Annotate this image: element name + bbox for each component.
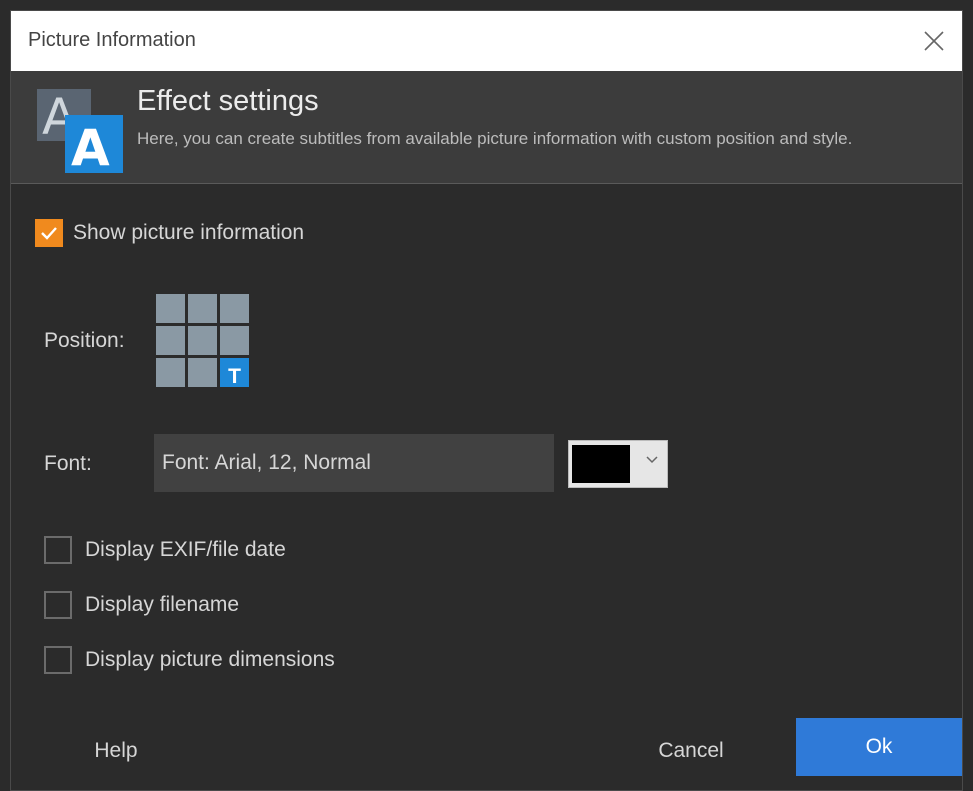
text-effect-icon: A A (37, 88, 123, 175)
close-button[interactable] (906, 11, 962, 71)
position-cell-bottom-center[interactable] (188, 358, 217, 387)
ok-button[interactable]: Ok (796, 718, 962, 776)
font-color-picker[interactable] (568, 440, 668, 488)
font-label: Font: (44, 452, 92, 475)
effect-header: A A Effect settings Here, you can create… (11, 71, 962, 184)
display-dimensions-label: Display picture dimensions (85, 648, 335, 671)
font-selector[interactable]: Font: Arial, 12, Normal (154, 434, 554, 492)
close-icon (924, 31, 944, 51)
logo-letter-front: A (71, 119, 110, 175)
color-swatch (572, 445, 630, 483)
position-grid: T (156, 294, 252, 390)
position-cell-middle-left[interactable] (156, 326, 185, 355)
position-cell-top-left[interactable] (156, 294, 185, 323)
position-cell-middle-center[interactable] (188, 326, 217, 355)
display-dimensions-checkbox[interactable] (44, 646, 72, 674)
checkmark-icon (41, 227, 57, 240)
position-cell-top-center[interactable] (188, 294, 217, 323)
cancel-button[interactable]: Cancel (636, 727, 746, 775)
help-button[interactable]: Help (71, 727, 161, 775)
header-description: Here, you can create subtitles from avai… (137, 129, 853, 148)
position-cell-middle-right[interactable] (220, 326, 249, 355)
show-picture-information-label: Show picture information (73, 221, 305, 244)
dialog-title: Picture Information (28, 29, 196, 51)
settings-panel: Show picture information Position: T Fon… (11, 184, 962, 790)
text-marker: T (228, 365, 241, 388)
position-label: Position: (44, 329, 125, 352)
display-exif-date-checkbox[interactable] (44, 536, 72, 564)
position-cell-bottom-right[interactable]: T (220, 358, 249, 387)
display-exif-date-label: Display EXIF/file date (85, 538, 286, 561)
font-value: Font: Arial, 12, Normal (162, 451, 371, 474)
header-title: Effect settings (137, 85, 319, 117)
chevron-down-icon (646, 456, 658, 464)
picture-information-dialog: Picture Information A A Effect settings … (10, 10, 963, 791)
display-filename-checkbox[interactable] (44, 591, 72, 619)
position-cell-bottom-left[interactable] (156, 358, 185, 387)
title-bar: Picture Information (11, 11, 962, 71)
display-filename-label: Display filename (85, 593, 240, 616)
position-cell-top-right[interactable] (220, 294, 249, 323)
show-picture-information-checkbox[interactable] (35, 219, 63, 247)
